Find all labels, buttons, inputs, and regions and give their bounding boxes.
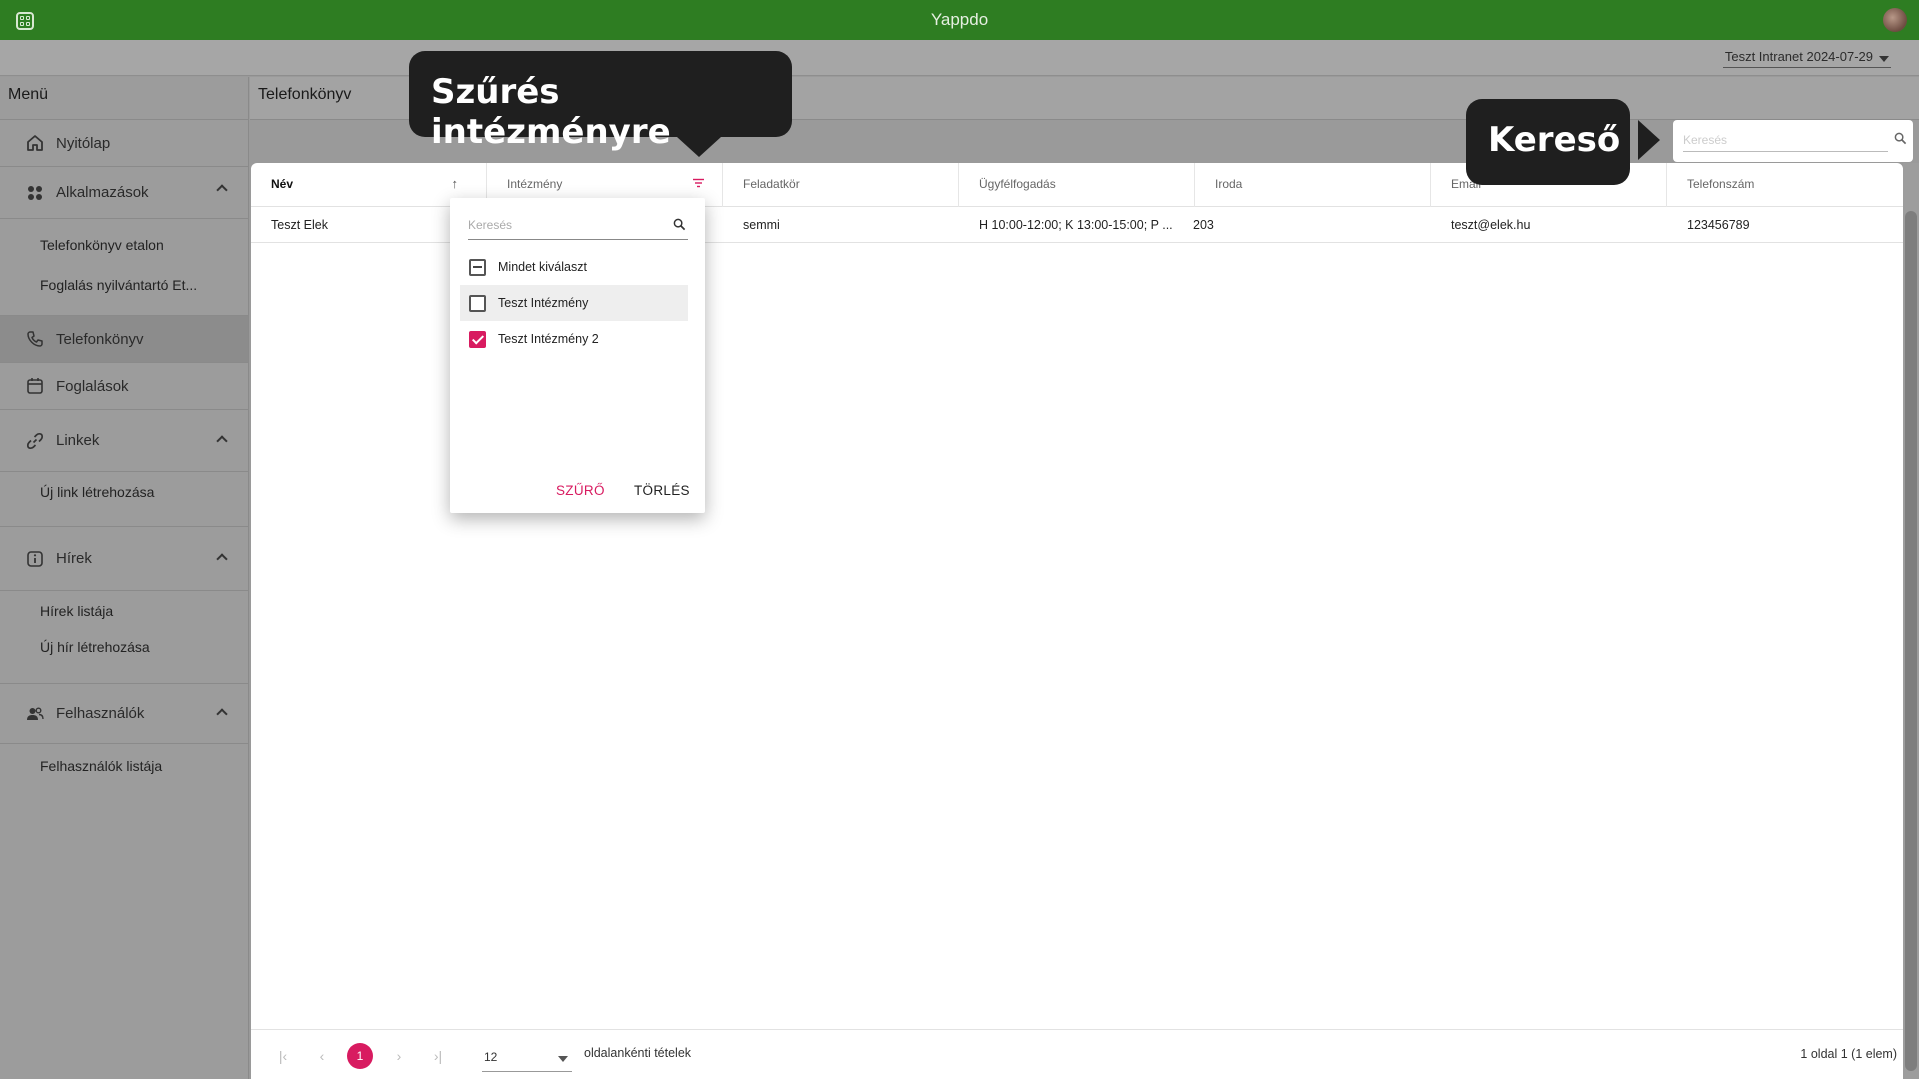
filter-search-input[interactable] <box>468 218 658 232</box>
filter-option-label: Teszt Intézmény <box>498 296 589 310</box>
sidebar-item-label: Alkalmazások <box>56 184 149 201</box>
filter-option-teszt-intezmeny-2[interactable]: Teszt Intézmény 2 <box>460 321 688 357</box>
sidebar-subgroup-alkalmazasok: Telefonkönyv etalon Foglalás nyilvántart… <box>0 219 248 316</box>
sidebar-subitem-foglalas[interactable]: Foglalás nyilvántartó Et... <box>0 265 248 305</box>
sidebar-subgroup-felhasznalok: Felhasználók listája <box>0 744 248 784</box>
sidebar-item-label: Foglalások <box>56 377 129 395</box>
search-icon[interactable] <box>673 218 686 234</box>
callout-search-text: Kereső <box>1488 120 1621 160</box>
last-page-button[interactable]: ›| <box>425 1043 451 1069</box>
sidebar-item-label: Hírek <box>56 550 92 567</box>
caret-down-icon <box>1879 56 1889 62</box>
sidebar-subitem-telefonkonyv-etalon[interactable]: Telefonkönyv etalon <box>0 225 248 265</box>
chevron-up-icon[interactable] <box>216 435 228 447</box>
column-header-phone[interactable]: Telefonszám <box>1667 163 1903 207</box>
sidebar: Menü Nyitólap Alkalmazások Telefonkönyv … <box>0 77 249 1079</box>
sidebar-subitem-uj-link[interactable]: Új link létrehozása <box>0 474 248 510</box>
filter-option-label: Teszt Intézmény 2 <box>498 332 599 346</box>
callout-search: Kereső <box>1466 99 1660 185</box>
home-icon <box>26 134 44 152</box>
cell-office-hours: H 10:00-12:00; K 13:00-15:00; P ... <box>979 218 1173 232</box>
search-input[interactable] <box>1683 128 1888 152</box>
sidebar-item-foglalasok[interactable]: Foglalások <box>0 363 248 410</box>
apply-filter-button[interactable]: SZŰRŐ <box>556 483 605 498</box>
callout-tail <box>677 137 721 157</box>
checkbox-unchecked-icon[interactable] <box>469 294 486 312</box>
sidebar-item-alkalmazasok[interactable]: Alkalmazások <box>0 167 248 219</box>
chevron-up-icon[interactable] <box>216 708 228 720</box>
phone-icon <box>26 330 44 348</box>
callout-filter-text: Szűrés intézményre <box>431 72 671 152</box>
column-header-label: Intézmény <box>507 177 563 191</box>
scrollbar[interactable] <box>1903 163 1919 1079</box>
avatar[interactable] <box>1883 8 1907 32</box>
chevron-up-icon[interactable] <box>216 184 228 196</box>
chevron-up-icon[interactable] <box>216 553 228 565</box>
pagination-summary: 1 oldal 1 (1 elem) <box>1800 1047 1897 1061</box>
sidebar-heading: Menü <box>0 77 248 120</box>
callout-filter: Szűrés intézményre <box>409 51 792 157</box>
page-size-select[interactable]: 12 <box>482 1042 572 1072</box>
sidebar-subitem-felhasznalok-listaja[interactable]: Felhasználók listája <box>0 748 248 784</box>
column-header-room[interactable]: Iroda <box>1195 163 1431 207</box>
info-icon <box>26 550 44 568</box>
prev-page-button[interactable]: ‹ <box>309 1043 335 1069</box>
pagination: |‹ ‹ 1 › ›| 12 oldalankénti tételek 1 ol… <box>251 1029 1903 1079</box>
calendar-icon <box>26 377 44 395</box>
tenant-select-value: Teszt Intranet 2024-07-29 <box>1724 49 1873 64</box>
cell-room: 203 <box>1193 218 1214 232</box>
caret-down-icon <box>558 1056 568 1062</box>
sidebar-subitem-uj-hir[interactable]: Új hír létrehozása <box>0 629 248 665</box>
clear-filter-button[interactable]: TÖRLÉS <box>634 483 690 498</box>
sidebar-subgroup-linkek: Új link létrehozása <box>0 472 248 527</box>
sidebar-item-linkek[interactable]: Linkek <box>0 410 248 472</box>
filter-option-teszt-intezmeny[interactable]: Teszt Intézmény <box>460 285 688 321</box>
current-page-button[interactable]: 1 <box>347 1043 373 1069</box>
cell-role: semmi <box>743 218 780 232</box>
column-header-office-hours[interactable]: Ügyfélfogadás <box>959 163 1195 207</box>
scrollbar-thumb[interactable] <box>1905 211 1917 1071</box>
cell-email: teszt@elek.hu <box>1451 218 1531 232</box>
tenant-bar: Teszt Intranet 2024-07-29 <box>0 40 1919 76</box>
page-size-value: 12 <box>484 1050 498 1064</box>
cell-phone: 123456789 <box>1687 218 1750 232</box>
filter-icon[interactable] <box>693 177 704 191</box>
search-icon[interactable] <box>1894 132 1907 148</box>
filter-search-field <box>468 216 688 240</box>
sidebar-item-label: Telefonkönyv <box>56 330 144 348</box>
filter-option-select-all[interactable]: Mindet kiválaszt <box>460 249 688 285</box>
search-field <box>1673 120 1913 162</box>
sidebar-item-label: Nyitólap <box>56 134 111 152</box>
page-size-label: oldalankénti tételek <box>584 1046 692 1060</box>
app-header: Yappdo <box>0 0 1919 40</box>
app-title: Yappdo <box>930 10 989 29</box>
sort-ascending-icon[interactable]: ↑ <box>452 176 459 191</box>
sidebar-subitem-hirek-listaja[interactable]: Hírek listája <box>0 593 248 629</box>
next-page-button[interactable]: › <box>386 1043 412 1069</box>
tenant-select[interactable]: Teszt Intranet 2024-07-29 <box>1722 47 1891 68</box>
sidebar-item-label: Felhasználók <box>56 705 145 722</box>
institution-filter-popup: Mindet kiválaszt Teszt Intézmény Teszt I… <box>450 198 705 513</box>
sidebar-item-felhasznalok[interactable]: Felhasználók <box>0 684 248 744</box>
first-page-button[interactable]: |‹ <box>270 1043 296 1069</box>
checkbox-indeterminate-icon[interactable] <box>469 258 486 276</box>
filter-option-label: Mindet kiválaszt <box>498 260 587 274</box>
sidebar-item-telefonkonyv[interactable]: Telefonkönyv <box>0 316 248 363</box>
column-header-label: Név <box>271 177 294 191</box>
apps-icon <box>26 184 44 202</box>
sidebar-item-nyitolap[interactable]: Nyitólap <box>0 120 248 167</box>
checkbox-checked-icon[interactable] <box>469 330 486 348</box>
sidebar-subgroup-hirek: Hírek listája Új hír létrehozása <box>0 591 248 684</box>
sidebar-item-label: Linkek <box>56 432 100 449</box>
users-icon <box>26 705 44 723</box>
callout-tail <box>1638 120 1660 160</box>
sidebar-item-hirek[interactable]: Hírek <box>0 527 248 591</box>
column-header-role[interactable]: Feladatkör <box>723 163 959 207</box>
link-icon <box>26 432 44 450</box>
